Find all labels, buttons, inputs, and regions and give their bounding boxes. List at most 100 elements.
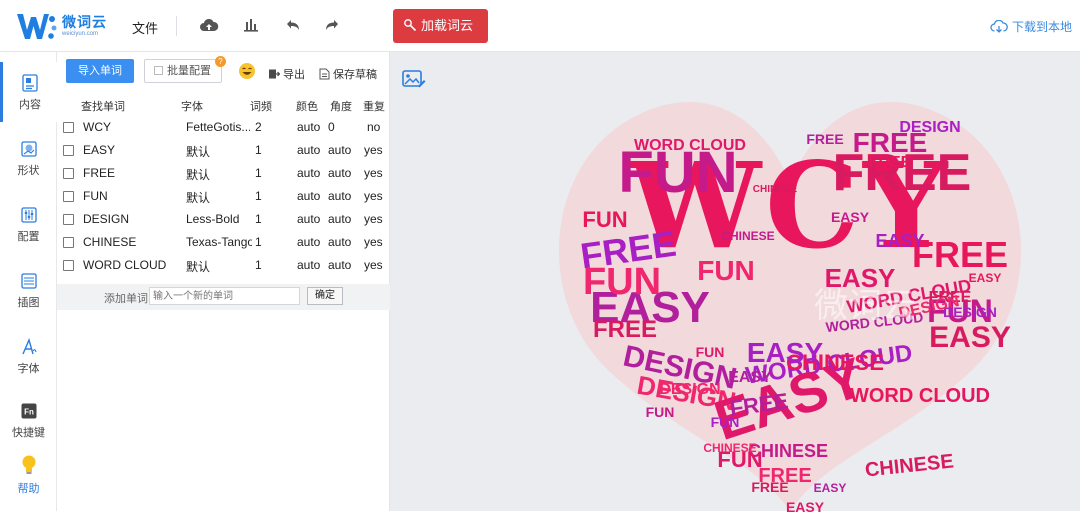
confirm-button[interactable]: 确定	[307, 287, 343, 305]
row-frequency[interactable]: 1	[255, 143, 262, 157]
row-angle[interactable]: auto	[328, 258, 351, 272]
row-angle[interactable]: auto	[328, 212, 351, 226]
cloud-word[interactable]: EASY	[786, 499, 825, 512]
cloud-word[interactable]: WORD CLOUD	[850, 385, 990, 407]
row-repeat[interactable]: yes	[364, 143, 383, 157]
cloud-word[interactable]: EASY	[969, 271, 1002, 285]
row-checkbox[interactable]	[63, 214, 74, 225]
sidebar-item-font[interactable]: 字体	[0, 326, 57, 386]
row-frequency[interactable]: 1	[255, 235, 262, 249]
row-angle[interactable]: auto	[328, 235, 351, 249]
download-link[interactable]: 下载到本地	[990, 18, 1072, 35]
table-row[interactable]: WORD CLOUD 默认 1 auto auto yes	[57, 254, 390, 277]
row-repeat[interactable]: yes	[364, 235, 383, 249]
row-repeat[interactable]: no	[367, 120, 380, 134]
row-color[interactable]: auto	[297, 166, 320, 180]
cloud-word[interactable]: CHINESE	[721, 229, 774, 243]
row-word[interactable]: EASY	[83, 143, 115, 157]
row-checkbox[interactable]	[63, 122, 74, 133]
row-frequency[interactable]: 1	[255, 189, 262, 203]
app-logo[interactable]: 微词云 weiciyun.com	[16, 9, 136, 43]
cloud-word[interactable]: FREE	[912, 234, 1008, 275]
row-angle[interactable]: auto	[328, 166, 351, 180]
sidebar-item-shortcut[interactable]: Fn 快捷键	[0, 390, 57, 450]
export-button[interactable]: 导出	[268, 66, 305, 82]
row-checkbox[interactable]	[63, 191, 74, 202]
word-cloud-heart[interactable]: WCYFUN FREEEASYFUNFREEEASYFREEFUNEASYDESI…	[530, 72, 1050, 512]
row-repeat[interactable]: yes	[364, 212, 383, 226]
row-frequency[interactable]: 1	[255, 212, 262, 226]
load-cloud-button[interactable]: 加载词云	[393, 9, 488, 43]
cloud-word[interactable]: CHINESE	[864, 450, 955, 481]
row-color[interactable]: auto	[297, 143, 320, 157]
cloud-word[interactable]: WORD CLOUD	[634, 137, 746, 154]
row-font[interactable]: 默认	[186, 143, 250, 160]
row-repeat[interactable]: yes	[364, 166, 383, 180]
cloud-word[interactable]: EASY	[831, 209, 870, 225]
row-angle[interactable]: auto	[328, 189, 351, 203]
cloud-word[interactable]: FUN	[711, 414, 740, 430]
row-frequency[interactable]: 1	[255, 258, 262, 272]
row-word[interactable]: FREE	[83, 166, 115, 180]
cloud-word[interactable]: FUN	[697, 255, 755, 286]
row-angle[interactable]: auto	[328, 143, 351, 157]
cloud-word[interactable]: FREE	[751, 479, 788, 495]
row-repeat[interactable]: yes	[364, 258, 383, 272]
row-word[interactable]: FUN	[83, 189, 108, 203]
row-font[interactable]: 默认	[186, 166, 250, 183]
background-image-icon[interactable]	[402, 69, 426, 89]
cloud-word[interactable]: CHINESE	[753, 184, 798, 195]
sidebar-item-help[interactable]: 帮助	[0, 450, 57, 510]
row-font[interactable]: Less-Bold	[186, 212, 250, 226]
cloud-word[interactable]: FREE	[806, 131, 843, 147]
row-color[interactable]: auto	[297, 212, 320, 226]
sidebar-item-shape[interactable]: 形状	[0, 128, 57, 188]
row-color[interactable]: auto	[297, 235, 320, 249]
cloud-word[interactable]: FREE	[593, 316, 657, 343]
row-angle[interactable]: 0	[328, 120, 335, 134]
row-frequency[interactable]: 2	[255, 120, 262, 134]
cloud-word[interactable]: EASY	[814, 481, 847, 495]
row-font[interactable]: Texas-Tango	[186, 235, 252, 249]
row-font[interactable]: 默认	[186, 258, 250, 275]
row-font[interactable]: FetteGotis...	[186, 120, 250, 134]
row-checkbox[interactable]	[63, 260, 74, 271]
row-word[interactable]: CHINESE	[83, 235, 136, 249]
column-word[interactable]: 查找单词	[81, 98, 125, 114]
sidebar-item-illustration[interactable]: 插图	[0, 260, 57, 320]
emoji-icon[interactable]	[238, 62, 256, 80]
cloud-word[interactable]: FUN	[696, 344, 725, 360]
row-checkbox[interactable]	[63, 237, 74, 248]
table-row[interactable]: FUN 默认 1 auto auto yes	[57, 185, 390, 208]
cloud-word[interactable]: EASY	[728, 369, 772, 386]
batch-checkbox[interactable]	[154, 66, 163, 75]
row-color[interactable]: auto	[297, 258, 320, 272]
cloud-word[interactable]: DESIGN	[659, 381, 720, 398]
table-row[interactable]: DESIGN Less-Bold 1 auto auto yes	[57, 208, 390, 231]
cloud-canvas[interactable]: WCY FUN FREE EASY FUN FREE EASY FREE FUN EASY DESI…	[390, 52, 1080, 512]
new-word-input[interactable]	[149, 287, 300, 305]
cloud-word[interactable]: EASY	[875, 231, 924, 251]
cloud-word[interactable]: FUN	[646, 404, 675, 420]
table-row[interactable]: CHINESE Texas-Tango 1 auto auto yes	[57, 231, 390, 254]
row-word[interactable]: DESIGN	[83, 212, 129, 226]
row-repeat[interactable]: yes	[364, 189, 383, 203]
cloud-word[interactable]: DESIGN	[899, 119, 960, 136]
cloud-upload-icon[interactable]	[199, 16, 219, 36]
save-draft-button[interactable]: 保存草稿	[319, 66, 377, 82]
row-color[interactable]: auto	[297, 189, 320, 203]
table-row[interactable]: WCY FetteGotis... 2 auto 0 no	[57, 116, 390, 139]
row-color[interactable]: auto	[297, 120, 320, 134]
table-row[interactable]: EASY 默认 1 auto auto yes	[57, 139, 390, 162]
row-checkbox[interactable]	[63, 145, 74, 156]
row-frequency[interactable]: 1	[255, 166, 262, 180]
bar-chart-icon[interactable]	[241, 16, 261, 36]
cloud-word[interactable]: FUN	[583, 261, 661, 303]
undo-icon[interactable]	[283, 16, 303, 36]
cloud-word[interactable]: CHINESE	[703, 441, 756, 455]
batch-config-button[interactable]: 批量配置 ?	[144, 56, 226, 83]
row-checkbox[interactable]	[63, 168, 74, 179]
row-word[interactable]: WORD CLOUD	[83, 258, 166, 272]
help-badge[interactable]: ?	[215, 56, 226, 67]
row-word[interactable]: WCY	[83, 120, 111, 134]
